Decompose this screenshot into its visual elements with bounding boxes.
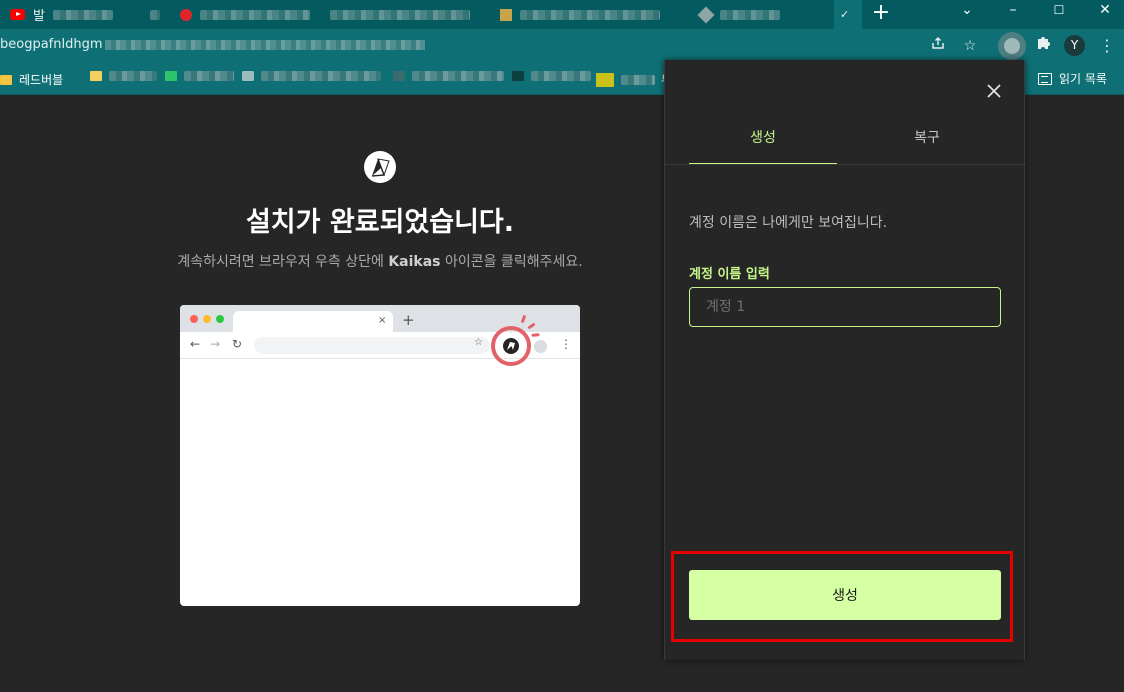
bookmark-label-blurred	[412, 71, 504, 81]
star-icon[interactable]: ☆	[959, 35, 981, 57]
illustration-tab	[233, 311, 393, 332]
window-dot-icon	[190, 315, 198, 323]
tab-restore[interactable]: 복구	[853, 122, 1001, 165]
close-icon[interactable]	[983, 80, 1005, 102]
annotation-highlight-box	[671, 551, 1013, 642]
illustration-close-icon: ×	[378, 315, 387, 326]
popup-tabs: 생성 복구	[689, 122, 1001, 165]
subtitle-text: 계속하시려면 브라우저 우측 상단에	[177, 254, 389, 270]
close-window-button[interactable]: ✕	[1082, 0, 1124, 29]
bookmark-label-blurred	[184, 71, 234, 81]
tab-title-blurred	[200, 9, 310, 20]
folder-icon	[0, 74, 12, 85]
illustration-ray	[531, 333, 540, 337]
bookmark-item[interactable]	[90, 71, 157, 81]
youtube-icon	[10, 9, 25, 20]
tab-active[interactable]: ✓	[834, 0, 862, 29]
window-dot-icon	[216, 315, 224, 323]
bookmark-label-blurred	[109, 71, 157, 81]
tab-strip: 발 ✓ + ⌄ – ☐ ✕	[0, 0, 1124, 29]
tab-title-blurred	[720, 9, 780, 20]
tab-title-blurred	[330, 9, 470, 20]
favicon-icon	[500, 8, 512, 21]
subtitle-brand: Kaikas	[388, 254, 441, 270]
bookmark-label-blurred	[531, 71, 591, 81]
favicon-icon	[165, 71, 177, 81]
menu-kebab-icon[interactable]: ⋮	[1096, 35, 1118, 57]
tab-3[interactable]	[170, 0, 320, 29]
account-name-description: 계정 이름은 나에게만 보여집니다.	[689, 215, 888, 231]
extensions-puzzle-icon[interactable]	[1032, 35, 1054, 57]
minimize-button[interactable]: –	[990, 0, 1036, 29]
illustration-avatar	[534, 340, 547, 353]
profile-avatar[interactable]: Y	[1064, 35, 1085, 56]
tab-label: 발	[33, 9, 45, 24]
bookmark-item[interactable]	[393, 71, 504, 81]
address-bar[interactable]: beogpafnldhgm	[0, 37, 425, 52]
illustration-plus-icon: +	[402, 311, 415, 329]
tab-search-icon[interactable]: ⌄	[944, 0, 990, 29]
bookmark-item[interactable]: 뷰	[596, 71, 672, 88]
favicon-icon	[393, 71, 405, 81]
url-text: beogpafnldhgm	[0, 37, 103, 52]
url-blurred	[104, 39, 425, 50]
subtitle-text: 아이콘을 클릭해주세요.	[440, 254, 583, 270]
tab-title-blurred	[52, 9, 113, 20]
favicon-icon	[180, 8, 192, 21]
illustration-toolbar: ← → ↻ ☆ ⋮	[180, 314, 580, 366]
kaikas-logo-icon	[364, 151, 396, 183]
tab-4[interactable]	[320, 0, 490, 29]
tab-2[interactable]	[140, 0, 170, 29]
tab-title-blurred	[150, 9, 160, 20]
page-subtitle: 계속하시려면 브라우저 우측 상단에 Kaikas 아이콘을 클릭해주세요.	[0, 251, 760, 271]
reading-list-label: 읽기 목록	[1059, 72, 1107, 86]
bookmark-label-blurred	[621, 74, 655, 85]
illustration-menu-icon: ⋮	[560, 337, 572, 351]
illustration-back-icon: ←	[190, 337, 201, 351]
tabs-divider	[665, 164, 1026, 165]
favicon-icon	[697, 6, 715, 23]
illustration-forward-icon: →	[210, 337, 221, 351]
favicon-icon	[596, 72, 614, 87]
illustration-star-icon: ☆	[474, 337, 483, 348]
bookmark-label-blurred	[261, 71, 381, 81]
account-name-label: 계정 이름 입력	[689, 267, 770, 282]
tab-youtube[interactable]: 발	[0, 0, 140, 29]
bookmark-item[interactable]	[512, 71, 591, 81]
bookmark-item[interactable]	[242, 71, 381, 81]
window-dot-icon	[203, 315, 211, 323]
illustration-kaikas-icon	[503, 338, 519, 354]
favicon-icon	[242, 71, 254, 81]
share-icon[interactable]	[927, 35, 949, 57]
tab-title-blurred	[520, 9, 660, 20]
bookmark-item[interactable]	[165, 71, 234, 81]
tab-create[interactable]: 생성	[689, 122, 837, 165]
illustration-omnibox	[254, 337, 490, 354]
illustration-reload-icon: ↻	[232, 337, 243, 351]
favicon-icon	[512, 71, 524, 81]
bookmark-folder[interactable]: 레드버블	[0, 71, 63, 88]
tab-6[interactable]	[690, 0, 830, 29]
reading-list-button[interactable]: 읽기 목록	[1038, 70, 1107, 87]
kaikas-extension-icon[interactable]	[998, 32, 1026, 60]
tab-5[interactable]	[490, 0, 680, 29]
folder-icon	[90, 71, 102, 81]
maximize-button[interactable]: ☐	[1036, 0, 1082, 29]
toolbar: beogpafnldhgm ☆ Y ⋮	[0, 29, 1124, 62]
page-title: 설치가 완료되었습니다.	[245, 207, 515, 238]
bookmark-label: 레드버블	[19, 73, 64, 87]
new-tab-button[interactable]: +	[866, 0, 896, 29]
browser-illustration: × + ← → ↻ ☆ ⋮	[180, 305, 580, 606]
reading-list-icon	[1038, 72, 1052, 85]
tab-close-icon[interactable]: ✓	[840, 8, 849, 21]
account-name-input[interactable]	[689, 287, 1001, 327]
